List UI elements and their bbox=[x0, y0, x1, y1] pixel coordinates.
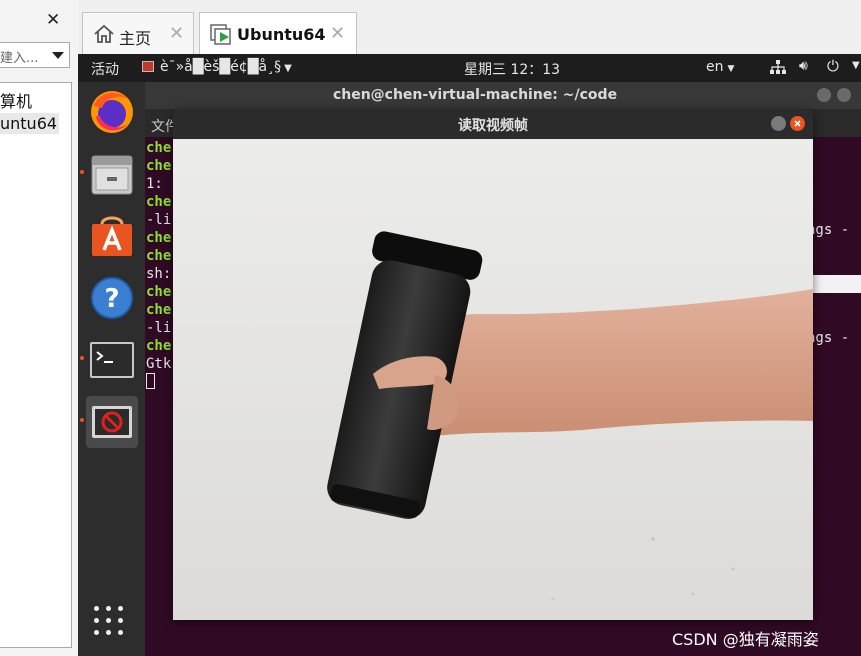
terminal-maximize-button[interactable] bbox=[837, 88, 851, 102]
watermark-text: CSDN @独有凝雨姿 bbox=[672, 630, 819, 649]
terminal-line: che bbox=[146, 229, 171, 247]
gnome-top-bar: 活动 è¯»å█èš█é¢█å¸§ ▼ 星期三 12：13 en ▼ 🔊︎ ⏻ ▼ bbox=[78, 54, 861, 82]
terminal-line: 1: bbox=[146, 175, 171, 193]
terminal-line: che bbox=[146, 139, 171, 157]
tab-ubuntu64[interactable]: Ubuntu64 ✕ bbox=[199, 12, 357, 54]
terminal-line: che bbox=[146, 283, 171, 301]
terminal-prompt: che bbox=[146, 140, 172, 156]
terminal-text: -li bbox=[146, 320, 172, 336]
terminal-prompt: che bbox=[146, 194, 172, 210]
terminal-prompt: che bbox=[146, 158, 172, 174]
running-indicator bbox=[80, 356, 84, 360]
terminal-line: che bbox=[146, 337, 171, 355]
frame-viewer-icon[interactable] bbox=[80, 396, 138, 448]
firefox-icon[interactable] bbox=[86, 86, 138, 138]
activities-button[interactable]: 活动 bbox=[91, 59, 119, 79]
frame-viewer-minimize-button[interactable] bbox=[771, 116, 786, 131]
software-icon[interactable] bbox=[86, 210, 138, 262]
terminal-text: -li bbox=[146, 212, 172, 228]
terminal-line: che bbox=[146, 157, 171, 175]
tree-item-my-computer[interactable]: 算机 bbox=[0, 87, 34, 113]
terminal-cursor bbox=[146, 373, 155, 389]
tab-ubuntu64-label: Ubuntu64 bbox=[237, 25, 326, 44]
frame-viewer-window[interactable]: 读取视频帧 bbox=[173, 109, 813, 620]
dock: ? bbox=[78, 82, 145, 656]
network-icon[interactable] bbox=[770, 60, 786, 74]
app-menu-icon bbox=[142, 61, 154, 72]
terminal-prompt: che bbox=[146, 302, 172, 318]
terminal-prompt: che bbox=[146, 338, 172, 354]
app-menu[interactable]: è¯»å█èš█é¢█å¸§ ▼ bbox=[142, 59, 292, 75]
vm-running-icon bbox=[210, 24, 231, 45]
terminal-line: che bbox=[146, 247, 171, 265]
terminal-text: Gtk bbox=[146, 356, 172, 372]
library-search-placeholder: 建入... bbox=[0, 51, 39, 66]
terminal-output-fragment: ags - bbox=[807, 330, 850, 346]
video-frame-image bbox=[173, 139, 813, 620]
terminal-prompt: che bbox=[146, 284, 172, 300]
terminal-line: che bbox=[146, 193, 171, 211]
terminal-icon[interactable] bbox=[80, 334, 138, 386]
files-icon[interactable] bbox=[80, 148, 138, 200]
tab-bar: 主页 ✕ Ubuntu64 ✕ bbox=[78, 0, 861, 54]
terminal-line: -li bbox=[146, 211, 171, 229]
svg-text:?: ? bbox=[104, 284, 119, 314]
terminal-output[interactable]: che che 1: che -li che che sh: che che -li che Gtk bbox=[146, 139, 171, 391]
help-icon[interactable]: ? bbox=[86, 272, 138, 324]
tab-ubuntu64-close-icon[interactable]: ✕ bbox=[330, 23, 345, 44]
show-applications-icon[interactable] bbox=[94, 606, 128, 640]
running-indicator bbox=[80, 418, 84, 422]
terminal-prompt: che bbox=[146, 248, 172, 264]
library-search-input[interactable]: 建入... bbox=[0, 42, 70, 68]
library-close-button[interactable]: ✕ bbox=[46, 10, 60, 30]
library-tree: 算机 untu64 bbox=[0, 82, 72, 648]
power-icon[interactable]: ⏻ bbox=[827, 57, 839, 75]
terminal-cursor-line bbox=[146, 373, 171, 391]
tree-item-ubuntu64[interactable]: untu64 bbox=[0, 113, 60, 134]
volume-icon[interactable]: 🔊︎ bbox=[799, 58, 808, 74]
terminal-selection bbox=[813, 275, 861, 293]
terminal-titlebar[interactable]: chen@chen-virtual-machine: ~/code bbox=[145, 82, 861, 109]
tray-menu-arrow-icon[interactable]: ▼ bbox=[852, 60, 860, 71]
home-icon bbox=[94, 24, 114, 43]
app-menu-label: è¯»å█èš█é¢█å¸§ bbox=[160, 59, 282, 75]
terminal-line: Gtk bbox=[146, 355, 171, 373]
frame-viewer-close-button[interactable] bbox=[790, 116, 805, 131]
terminal-text: sh: bbox=[146, 266, 172, 282]
tab-home-close-icon[interactable]: ✕ bbox=[169, 23, 184, 44]
running-indicator bbox=[80, 170, 84, 174]
terminal-prompt: che bbox=[146, 230, 172, 246]
terminal-minimize-button[interactable] bbox=[817, 88, 831, 102]
language-menu[interactable]: en ▼ bbox=[706, 59, 734, 75]
ubuntu-guest-screen: 活动 è¯»å█èš█é¢█å¸§ ▼ 星期三 12：13 en ▼ 🔊︎ ⏻ ▼ bbox=[78, 54, 861, 656]
chevron-down-icon: ▼ bbox=[284, 63, 292, 74]
terminal-text: 1: bbox=[146, 176, 163, 192]
terminal-line: -li bbox=[146, 319, 171, 337]
language-label: en bbox=[706, 59, 724, 75]
frame-viewer-title: 读取视频帧 bbox=[458, 118, 528, 134]
library-panel: ✕ 建入... 算机 untu64 bbox=[0, 0, 78, 656]
terminal-title: chen@chen-virtual-machine: ~/code bbox=[332, 87, 618, 103]
terminal-line: che bbox=[146, 301, 171, 319]
chevron-down-icon[interactable] bbox=[52, 52, 64, 59]
tab-home-label: 主页 bbox=[119, 29, 152, 48]
terminal-line: sh: bbox=[146, 265, 171, 283]
chevron-down-icon: ▼ bbox=[727, 64, 735, 74]
tab-home[interactable]: 主页 ✕ bbox=[82, 12, 194, 54]
clock[interactable]: 星期三 12：13 bbox=[464, 59, 560, 79]
terminal-output-fragment: ags - bbox=[807, 222, 850, 238]
